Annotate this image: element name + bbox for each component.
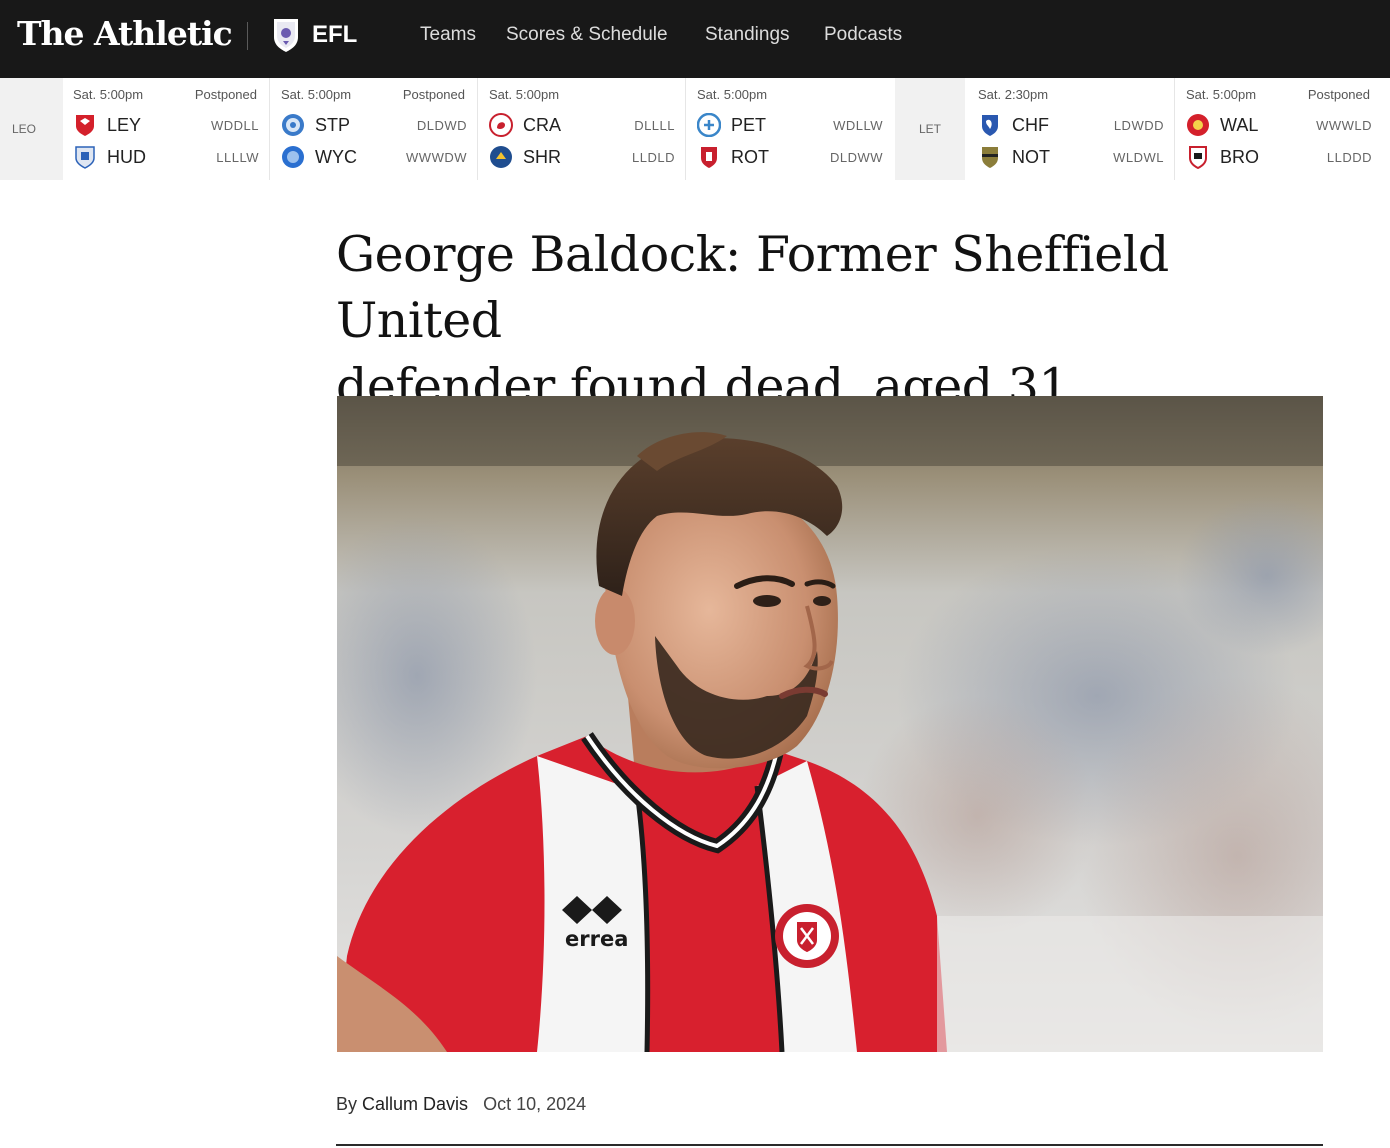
- team-row: HUD LLLLW: [73, 145, 259, 169]
- hero-photo: errea: [337, 396, 1323, 1052]
- walsall-crest-icon: [1187, 114, 1209, 136]
- team-row: LEY WDDLL: [73, 113, 259, 137]
- team-abbr: SHR: [523, 147, 562, 167]
- nav-podcasts[interactable]: Podcasts: [824, 24, 902, 46]
- player-photo-illustration: errea: [337, 396, 1323, 1052]
- game-card[interactable]: Sat. 2:30pm CHF LDWDD NOT WLDWL: [970, 78, 1170, 180]
- bromley-crest-icon: [1189, 146, 1207, 169]
- article-divider: [336, 1144, 1323, 1146]
- publish-date: Oct 10, 2024: [483, 1094, 587, 1114]
- league-tab-leo[interactable]: LEO: [0, 78, 63, 180]
- stockport-crest-icon: [282, 114, 304, 136]
- team-form: WWWDW: [406, 150, 467, 165]
- team-abbr: HUD: [107, 147, 146, 167]
- team-abbr: CRA: [523, 115, 562, 135]
- team-row: STP DLDWD: [281, 113, 467, 137]
- game-time: Sat. 5:00pm: [489, 87, 560, 102]
- shrewsbury-crest-icon: [490, 146, 512, 168]
- league-tab-let[interactable]: LET: [895, 78, 965, 180]
- efl-badge-icon[interactable]: [272, 17, 300, 53]
- game-status: Postponed: [402, 87, 465, 102]
- game-time: Sat. 5:00pm: [73, 87, 144, 102]
- article-byline: By Callum Davis Oct 10, 2024: [336, 1094, 586, 1115]
- article-headline: George Baldock: Former Sheffield United …: [336, 222, 1326, 420]
- team-form: LLDDD: [1326, 150, 1372, 165]
- top-navigation-bar: The Athletic EFL Teams Scores & Schedule…: [0, 0, 1390, 78]
- game-divider: [685, 78, 686, 180]
- game-divider: [1174, 78, 1175, 180]
- team-abbr: PET: [731, 115, 767, 135]
- headline-line-1: George Baldock: Former Sheffield United: [336, 226, 1169, 349]
- team-form: WWWLD: [1316, 118, 1372, 133]
- game-card[interactable]: Sat. 5:00pm Postponed STP DLDWD WYC WWWD…: [273, 78, 473, 180]
- game-card[interactable]: Sat. 5:00pm CRA DLLLL SHR LLDLD: [481, 78, 681, 180]
- team-abbr: STP: [315, 115, 351, 135]
- the-athletic-logo[interactable]: The Athletic: [17, 14, 233, 53]
- game-divider: [269, 78, 270, 180]
- team-row: BRO LLDDD: [1186, 145, 1372, 169]
- team-row: CHF LDWDD: [978, 113, 1164, 137]
- team-form: WDDLL: [210, 118, 259, 133]
- game-time: Sat. 2:30pm: [978, 87, 1049, 102]
- brand-divider: [247, 22, 248, 50]
- team-abbr: LEY: [107, 115, 142, 135]
- section-name[interactable]: EFL: [312, 21, 357, 49]
- game-status: Postponed: [194, 87, 257, 102]
- game-time: Sat. 5:00pm: [697, 87, 768, 102]
- game-card[interactable]: Sat. 5:00pm Postponed WAL WWWLD BRO LLDD…: [1178, 78, 1378, 180]
- team-form: WDLLW: [833, 118, 883, 133]
- nav-standings[interactable]: Standings: [705, 24, 790, 46]
- team-row: PET WDLLW: [697, 113, 883, 137]
- league-label: LEO: [12, 122, 37, 136]
- team-abbr: NOT: [1012, 147, 1050, 167]
- team-form: DLDWW: [829, 150, 883, 165]
- team-abbr: ROT: [731, 147, 769, 167]
- chesterfield-crest-icon: [982, 115, 998, 136]
- team-row: WYC WWWDW: [281, 145, 467, 169]
- team-form: DLLLL: [634, 118, 675, 133]
- game-divider: [477, 78, 478, 180]
- rotherham-crest-icon: [701, 147, 717, 168]
- sheffield-united-crest-icon: [775, 904, 839, 968]
- team-abbr: BRO: [1220, 147, 1260, 167]
- game-card[interactable]: Sat. 5:00pm Postponed LEY WDDLL HUD LLLL…: [65, 78, 265, 180]
- team-form: LLDLD: [632, 150, 675, 165]
- team-row: ROT DLDWW: [697, 145, 883, 169]
- team-row: SHR LLDLD: [489, 145, 675, 169]
- team-row: WAL WWWLD: [1186, 113, 1372, 137]
- team-abbr: WAL: [1220, 115, 1259, 135]
- game-time: Sat. 5:00pm: [281, 87, 352, 102]
- game-card[interactable]: Sat. 5:00pm PET WDLLW ROT DLDWW: [689, 78, 889, 180]
- byline-prefix: By: [336, 1094, 358, 1114]
- team-form: WLDWL: [1113, 150, 1164, 165]
- league-label: LET: [919, 122, 942, 136]
- team-row: CRA DLLLL: [489, 113, 675, 137]
- team-form: LLLLW: [216, 150, 259, 165]
- crawley-crest-icon: [489, 113, 513, 137]
- nav-teams[interactable]: Teams: [420, 24, 476, 46]
- team-form: LDWDD: [1113, 118, 1164, 133]
- huddersfield-crest-icon: [75, 146, 95, 169]
- team-form: DLDWD: [416, 118, 467, 133]
- game-status: Postponed: [1307, 87, 1370, 102]
- author-link[interactable]: Callum Davis: [362, 1094, 468, 1114]
- leyton-orient-crest-icon: [76, 115, 94, 136]
- peterborough-crest-icon: [697, 113, 721, 137]
- team-row: NOT WLDWL: [978, 145, 1164, 169]
- wycombe-crest-icon: [282, 146, 304, 168]
- scores-strip: LEO Sat. 5:00pm Postponed LEY WDDLL HUD …: [0, 78, 1390, 180]
- kit-brand-text: errea: [565, 927, 628, 951]
- notts-county-crest-icon: [982, 147, 998, 168]
- nav-scores-schedule[interactable]: Scores & Schedule: [506, 24, 668, 46]
- team-abbr: WYC: [315, 147, 357, 167]
- team-abbr: CHF: [1012, 115, 1049, 135]
- game-time: Sat. 5:00pm: [1186, 87, 1257, 102]
